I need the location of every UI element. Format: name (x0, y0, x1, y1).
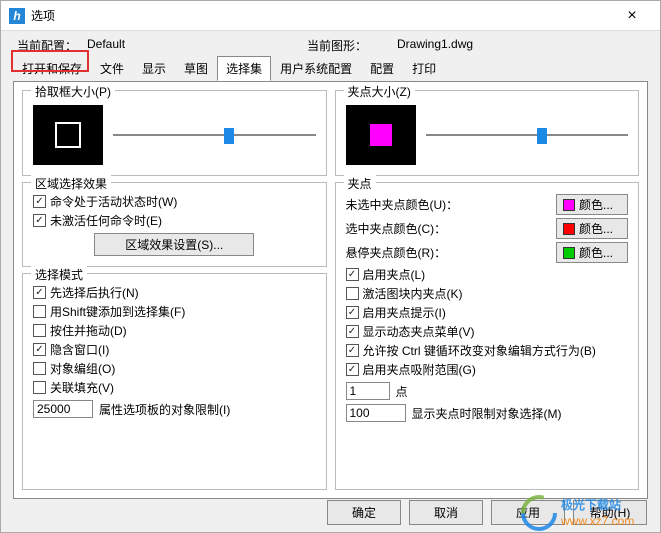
current-drawing-label: 当前图形： (307, 37, 397, 54)
chk-implied-window[interactable]: ✓ (33, 343, 46, 356)
grips-title: 夹点 (344, 175, 376, 192)
grip-limit-input[interactable] (346, 404, 406, 422)
chk-object-group[interactable] (33, 362, 46, 375)
pts-input[interactable] (346, 382, 390, 400)
tab-config[interactable]: 配置 (361, 56, 403, 81)
tab-print[interactable]: 打印 (403, 56, 445, 81)
chk-shift-add-label: 用Shift键添加到选择集(F) (50, 303, 185, 320)
chk-grip-tips-label: 启用夹点提示(I) (363, 304, 446, 321)
prop-limit-input[interactable] (33, 400, 93, 418)
gripsize-title: 夹点大小(Z) (344, 83, 415, 100)
chk-implied-window-label: 隐含窗口(I) (50, 341, 109, 358)
chk-ctrl-cycle-label: 允许按 Ctrl 键循环改变对象编辑方式行为(B) (363, 342, 596, 359)
hover-color-button[interactable]: 颜色... (556, 242, 628, 263)
tab-file[interactable]: 文件 (91, 56, 133, 81)
pickbox-slider[interactable] (113, 125, 316, 145)
select-mode-group: 选择模式 ✓先选择后执行(N) 用Shift键添加到选择集(F) 按住并拖动(D… (22, 273, 327, 490)
gripsize-slider[interactable] (426, 125, 629, 145)
tab-sketch[interactable]: 草图 (175, 56, 217, 81)
chk-cmd-active[interactable]: ✓ (33, 195, 46, 208)
sel-color-button[interactable]: 颜色... (556, 218, 628, 239)
swatch-red (563, 223, 575, 235)
options-dialog: h 选项 × 当前配置： Default 当前图形： Drawing1.dwg … (0, 0, 661, 533)
pts-label: 点 (396, 383, 408, 400)
unsel-color-label: 未选中夹点颜色(U)： (346, 196, 459, 213)
gripsize-group: 夹点大小(Z) (335, 90, 640, 176)
chk-press-drag-label: 按住并拖动(D) (50, 322, 127, 339)
footer: 确定 取消 应用 帮助(H) (327, 500, 647, 525)
hover-color-label: 悬停夹点颜色(R)： (346, 244, 447, 261)
cancel-button[interactable]: 取消 (409, 500, 483, 525)
pickbox-preview (33, 105, 103, 165)
current-drawing-value: Drawing1.dwg (397, 37, 473, 54)
titlebar: h 选项 × (1, 1, 660, 31)
chk-grip-snap-label: 启用夹点吸附范围(G) (363, 361, 476, 378)
chk-cmd-inactive-label: 未激活任何命令时(E) (50, 212, 162, 229)
chk-block-grips-label: 激活图块内夹点(K) (363, 285, 463, 302)
prop-limit-label: 属性选项板的对象限制(I) (99, 401, 230, 418)
chk-cmd-inactive[interactable]: ✓ (33, 214, 46, 227)
unsel-color-button[interactable]: 颜色... (556, 194, 628, 215)
close-button[interactable]: × (612, 7, 652, 25)
right-column: 夹点大小(Z) 夹点 未选中夹点颜色(U)： 颜色... 选中夹点颜色(C)： … (335, 90, 640, 490)
grips-group: 夹点 未选中夹点颜色(U)： 颜色... 选中夹点颜色(C)： 颜色... 悬停… (335, 182, 640, 490)
info-row: 当前配置： Default 当前图形： Drawing1.dwg (1, 31, 660, 56)
chk-press-drag[interactable] (33, 324, 46, 337)
swatch-green (563, 247, 575, 259)
swatch-magenta (563, 199, 575, 211)
tab-strip: 打开和保存 文件 显示 草图 选择集 用户系统配置 配置 打印 (1, 56, 660, 81)
chk-enable-grips-label: 启用夹点(L) (363, 266, 426, 283)
tab-panel: 拾取框大小(P) 区域选择效果 ✓ 命令处于活动状态时(W) ✓ 未激活任何命令时(… (13, 81, 648, 499)
chk-noun-verb[interactable]: ✓ (33, 286, 46, 299)
chk-noun-verb-label: 先选择后执行(N) (50, 284, 139, 301)
tab-display[interactable]: 显示 (133, 56, 175, 81)
tab-selection[interactable]: 选择集 (217, 56, 271, 81)
chk-assoc-hatch-label: 关联填充(V) (50, 379, 114, 396)
chk-dyn-menu[interactable]: ✓ (346, 325, 359, 338)
chk-shift-add[interactable] (33, 305, 46, 318)
sel-color-label: 选中夹点颜色(C)： (346, 220, 447, 237)
tab-open-save[interactable]: 打开和保存 (13, 56, 91, 81)
help-button[interactable]: 帮助(H) (573, 500, 647, 525)
chk-grip-snap[interactable]: ✓ (346, 363, 359, 376)
select-mode-title: 选择模式 (31, 266, 87, 283)
current-config-value: Default (87, 37, 307, 54)
chk-ctrl-cycle[interactable]: ✓ (346, 344, 359, 357)
ok-button[interactable]: 确定 (327, 500, 401, 525)
chk-grip-tips[interactable]: ✓ (346, 306, 359, 319)
current-config-label: 当前配置： (17, 37, 87, 54)
tab-user-prefs[interactable]: 用户系统配置 (271, 56, 361, 81)
area-settings-button[interactable]: 区域效果设置(S)... (94, 233, 254, 256)
chk-dyn-menu-label: 显示动态夹点菜单(V) (363, 323, 475, 340)
chk-block-grips[interactable] (346, 287, 359, 300)
gripsize-preview (346, 105, 416, 165)
chk-cmd-active-label: 命令处于活动状态时(W) (50, 193, 177, 210)
window-title: 选项 (31, 7, 612, 24)
area-effect-title: 区域选择效果 (31, 175, 111, 192)
grip-limit-label: 显示夹点时限制对象选择(M) (412, 405, 562, 422)
pickbox-title: 拾取框大小(P) (31, 83, 115, 100)
chk-assoc-hatch[interactable] (33, 381, 46, 394)
apply-button[interactable]: 应用 (491, 500, 565, 525)
left-column: 拾取框大小(P) 区域选择效果 ✓ 命令处于活动状态时(W) ✓ 未激活任何命令时(… (22, 90, 327, 490)
app-icon: h (9, 8, 25, 24)
pickbox-group: 拾取框大小(P) (22, 90, 327, 176)
area-effect-group: 区域选择效果 ✓命令处于活动状态时(W) ✓未激活任何命令时(E) 区域效果设置… (22, 182, 327, 267)
chk-object-group-label: 对象编组(O) (50, 360, 115, 377)
chk-enable-grips[interactable]: ✓ (346, 268, 359, 281)
